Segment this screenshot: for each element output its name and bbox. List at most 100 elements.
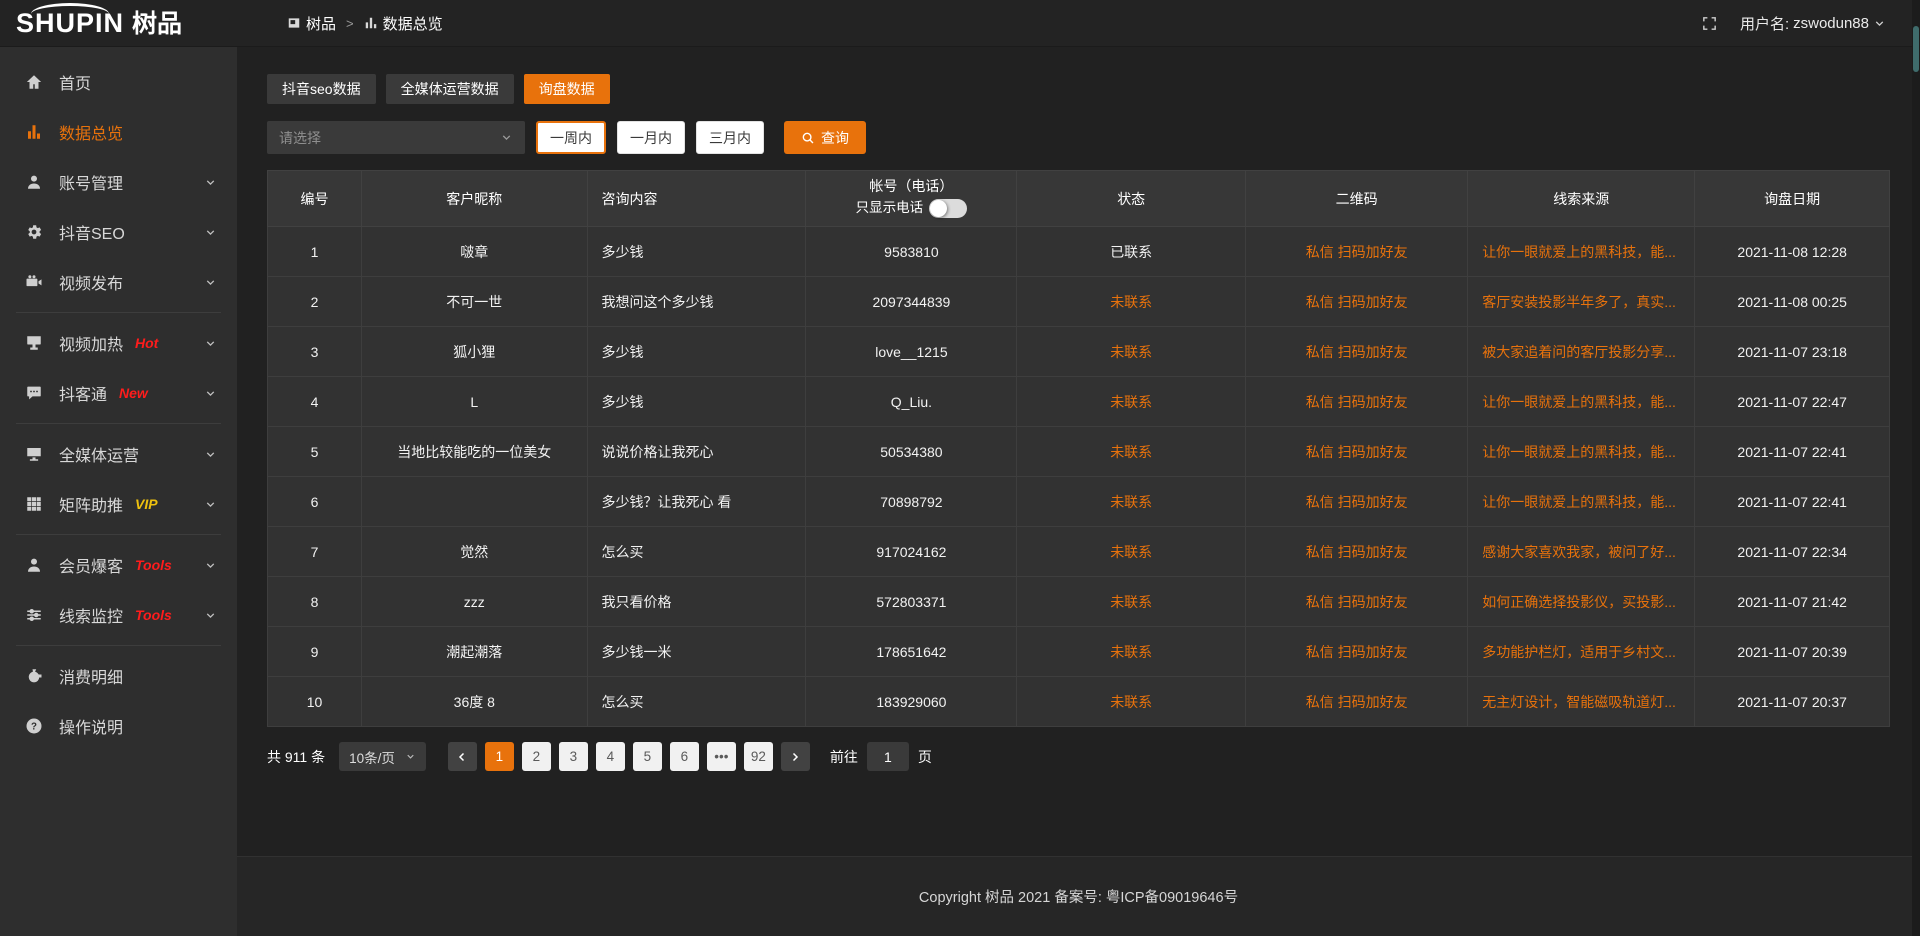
- sidebar-item-expense-detail[interactable]: 消费明细: [0, 651, 237, 701]
- qrcode-link[interactable]: 私信 扫码加好友: [1246, 277, 1468, 327]
- sidebar-item-data-overview[interactable]: 数据总览: [0, 107, 237, 157]
- cell-account: 2097344839: [806, 277, 1017, 327]
- range-quarter-button[interactable]: 三月内: [696, 121, 764, 154]
- scrollbar-track[interactable]: [1912, 0, 1920, 936]
- qrcode-link[interactable]: 私信 扫码加好友: [1246, 427, 1468, 477]
- inquiry-table: 编号 客户昵称 咨询内容 帐号（电话） 只显示电话 状态 二维码: [267, 170, 1890, 727]
- source-link[interactable]: 让你一眼就爱上的黑科技，能...: [1468, 227, 1695, 277]
- status-badge: 未联系: [1017, 377, 1246, 427]
- page-button-5[interactable]: 5: [633, 742, 662, 771]
- table-row: 10 36度 8 怎么买 183929060 未联系 私信 扫码加好友 无主灯设…: [268, 677, 1890, 727]
- source-link[interactable]: 让你一眼就爱上的黑科技，能...: [1468, 477, 1695, 527]
- sidebar: 首页 数据总览 账号管理 抖音SEO 视频发布: [0, 47, 237, 936]
- cell-account: Q_Liu.: [806, 377, 1017, 427]
- qrcode-link[interactable]: 私信 扫码加好友: [1246, 627, 1468, 677]
- screen-icon: [24, 334, 44, 352]
- scrollbar-thumb[interactable]: [1913, 26, 1919, 72]
- sidebar-item-doukettong[interactable]: 抖客通 New: [0, 368, 237, 418]
- source-link[interactable]: 感谢大家喜欢我家，被问了好...: [1468, 527, 1695, 577]
- qrcode-link[interactable]: 私信 扫码加好友: [1246, 577, 1468, 627]
- col-header-qrcode: 二维码: [1246, 171, 1468, 227]
- qrcode-link[interactable]: 私信 扫码加好友: [1246, 677, 1468, 727]
- source-link[interactable]: 如何正确选择投影仪，买投影...: [1468, 577, 1695, 627]
- cell-id: 10: [268, 677, 362, 727]
- filter-row: 请选择 一周内 一月内 三月内 查询: [267, 121, 1890, 154]
- chevron-down-icon: [204, 276, 217, 289]
- sidebar-item-video-heat[interactable]: 视频加热 Hot: [0, 318, 237, 368]
- search-button[interactable]: 查询: [784, 121, 866, 154]
- source-link[interactable]: 让你一眼就爱上的黑科技，能...: [1468, 427, 1695, 477]
- qrcode-link[interactable]: 私信 扫码加好友: [1246, 477, 1468, 527]
- phone-only-toggle[interactable]: [929, 199, 967, 218]
- monitor-icon: [24, 445, 44, 463]
- goto-page-input[interactable]: 1: [867, 742, 909, 771]
- qrcode-link[interactable]: 私信 扫码加好友: [1246, 327, 1468, 377]
- status-badge: 未联系: [1017, 277, 1246, 327]
- source-link[interactable]: 多功能护栏灯，适用于乡村文...: [1468, 627, 1695, 677]
- sidebar-item-instructions[interactable]: ? 操作说明: [0, 701, 237, 751]
- account-select[interactable]: 请选择: [267, 121, 525, 154]
- cell-id: 8: [268, 577, 362, 627]
- source-link[interactable]: 无主灯设计，智能磁吸轨道灯...: [1468, 677, 1695, 727]
- cell-content: 我只看价格: [587, 577, 806, 627]
- qrcode-link[interactable]: 私信 扫码加好友: [1246, 377, 1468, 427]
- cell-content: 多少钱: [587, 227, 806, 277]
- sidebar-divider: [16, 423, 221, 424]
- page-button-1[interactable]: 1: [485, 742, 514, 771]
- tools-badge: Tools: [135, 557, 172, 573]
- chevron-down-icon: [204, 498, 217, 511]
- tab-inquiry-data[interactable]: 询盘数据: [524, 74, 610, 104]
- sidebar-item-video-publish[interactable]: 视频发布: [0, 257, 237, 307]
- page-size-select[interactable]: 10条/页: [339, 742, 426, 771]
- sidebar-item-omnimedia[interactable]: 全媒体运营: [0, 429, 237, 479]
- main-content: 抖音seo数据 全媒体运营数据 询盘数据 请选择 一周内 一月内 三月内 查询: [237, 47, 1920, 936]
- breadcrumb-current[interactable]: 数据总览: [364, 13, 443, 34]
- prev-page-button[interactable]: [448, 742, 477, 771]
- page-button-92[interactable]: 92: [744, 742, 773, 771]
- cell-nickname: 不可一世: [362, 277, 587, 327]
- table-row: 1 啵章 多少钱 9583810 已联系 私信 扫码加好友 让你一眼就爱上的黑科…: [268, 227, 1890, 277]
- range-week-button[interactable]: 一周内: [536, 121, 606, 154]
- phone-toggle-label: 只显示电话: [856, 201, 924, 216]
- app-logo[interactable]: SHUPIN 树品: [0, 10, 237, 37]
- next-page-button[interactable]: [781, 742, 810, 771]
- cell-account: love__1215: [806, 327, 1017, 377]
- logo-text-en: SHUPIN: [16, 10, 124, 37]
- cell-date: 2021-11-07 22:41: [1695, 477, 1890, 527]
- source-link[interactable]: 被大家追着问的客厅投影分享...: [1468, 327, 1695, 377]
- cell-content: 说说价格让我死心: [587, 427, 806, 477]
- tab-omnimedia-data[interactable]: 全媒体运营数据: [386, 74, 514, 104]
- status-badge: 未联系: [1017, 527, 1246, 577]
- page-button-4[interactable]: 4: [596, 742, 625, 771]
- qrcode-link[interactable]: 私信 扫码加好友: [1246, 227, 1468, 277]
- user-dropdown[interactable]: 用户名: zswodun88: [1740, 13, 1886, 34]
- tab-douyin-seo-data[interactable]: 抖音seo数据: [267, 74, 376, 104]
- sidebar-item-clue-monitor[interactable]: 线索监控 Tools: [0, 590, 237, 640]
- breadcrumb-root[interactable]: 树品: [287, 13, 336, 34]
- range-month-button[interactable]: 一月内: [617, 121, 685, 154]
- fullscreen-icon[interactable]: [1701, 15, 1718, 32]
- source-link[interactable]: 让你一眼就爱上的黑科技，能...: [1468, 377, 1695, 427]
- cell-id: 4: [268, 377, 362, 427]
- breadcrumb-separator: >: [346, 16, 354, 31]
- chevron-down-icon: [500, 131, 513, 144]
- cell-nickname: [362, 477, 587, 527]
- sidebar-item-douyin-seo[interactable]: 抖音SEO: [0, 207, 237, 257]
- page-button-6[interactable]: 6: [670, 742, 699, 771]
- cell-content: 我想问这个多少钱: [587, 277, 806, 327]
- chevron-left-icon: [456, 751, 468, 763]
- page-button-3[interactable]: 3: [559, 742, 588, 771]
- col-header-status: 状态: [1017, 171, 1246, 227]
- sidebar-item-account-management[interactable]: 账号管理: [0, 157, 237, 207]
- sidebar-item-member-baoke[interactable]: 会员爆客 Tools: [0, 540, 237, 590]
- sidebar-item-home[interactable]: 首页: [0, 57, 237, 107]
- bar-chart-icon: [24, 123, 44, 141]
- new-badge: New: [119, 385, 148, 401]
- source-link[interactable]: 客厅安装投影半年多了，真实...: [1468, 277, 1695, 327]
- qrcode-link[interactable]: 私信 扫码加好友: [1246, 527, 1468, 577]
- cell-id: 7: [268, 527, 362, 577]
- page-button-2[interactable]: 2: [522, 742, 551, 771]
- sidebar-item-matrix-boost[interactable]: 矩阵助推 VIP: [0, 479, 237, 529]
- chevron-right-icon: [789, 751, 801, 763]
- page-ellipsis-button[interactable]: •••: [707, 742, 736, 771]
